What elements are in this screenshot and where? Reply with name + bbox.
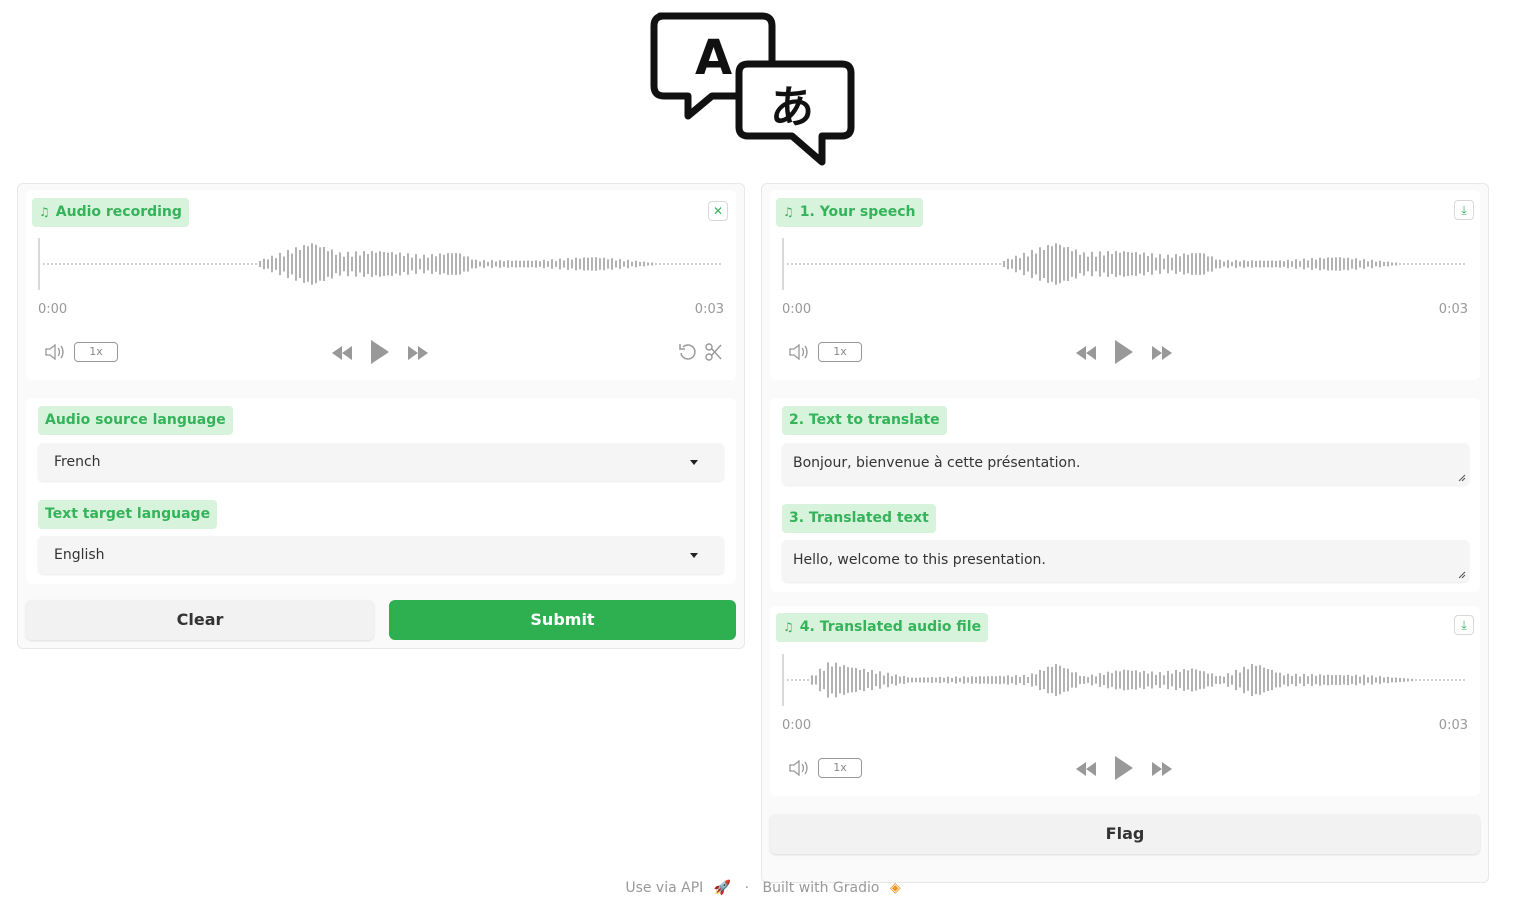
play-icon[interactable] [1113,338,1135,366]
waveform[interactable] [38,238,724,290]
time-duration: 0:03 [1438,302,1468,317]
volume-icon[interactable] [788,759,810,777]
scissors-icon[interactable] [705,342,723,362]
svg-text:A: A [695,30,732,86]
language-settings-card: Audio source language French Text target… [26,398,736,584]
fast-forward-icon[interactable] [407,345,429,361]
audio-recording-card: ♫ Audio recording ✕ 0:00 0:03 1x [26,190,736,380]
translated-text-label: 3. Translated text [782,504,936,533]
text-to-translate-field[interactable]: Bonjour, bienvenue à cette présentation. [782,443,1469,485]
audio-recording-label: ♫ Audio recording [32,198,189,227]
target-language-dropdown[interactable]: English [38,536,724,574]
playback-speed-button[interactable]: 1x [74,342,118,362]
volume-icon[interactable] [788,343,810,361]
translated-audio-card: ♫ 4. Translated audio file ⤓ 0:00 0:03 1… [770,606,1480,796]
output-panel: ♫ 1. Your speech ⤓ 0:00 0:03 1x 2. Text … [761,183,1489,883]
resize-handle-icon[interactable] [1458,474,1466,482]
time-duration: 0:03 [1438,718,1468,733]
music-note-icon: ♫ [39,205,50,219]
rewind-icon[interactable] [331,345,353,361]
chevron-down-icon [690,460,698,465]
rewind-icon[interactable] [1075,761,1097,777]
translated-audio-label: ♫ 4. Translated audio file [776,613,989,642]
music-note-icon: ♫ [783,620,794,634]
time-duration: 0:03 [694,302,724,317]
volume-icon[interactable] [44,343,66,361]
input-panel: ♫ Audio recording ✕ 0:00 0:03 1x Audio s… [17,183,745,649]
close-icon[interactable]: ✕ [708,201,728,221]
source-language-dropdown[interactable]: French [38,443,724,481]
translate-logo-icon: A あ [650,12,855,166]
resize-handle-icon[interactable] [1458,571,1466,579]
gradio-logo-icon: ◈ [889,880,901,896]
time-current: 0:00 [782,718,812,733]
undo-icon[interactable] [678,342,698,362]
your-speech-card: ♫ 1. Your speech ⤓ 0:00 0:03 1x [770,190,1480,380]
svg-text:あ: あ [770,82,814,133]
download-icon[interactable]: ⤓ [1454,200,1474,220]
your-speech-label: ♫ 1. Your speech [776,198,923,227]
rocket-icon: 🚀 [713,880,732,896]
download-icon[interactable]: ⤓ [1454,615,1474,635]
built-with-gradio-link[interactable]: Built with Gradio ◈ [760,880,904,896]
playback-speed-button[interactable]: 1x [818,758,862,778]
time-current: 0:00 [782,302,812,317]
rewind-icon[interactable] [1075,345,1097,361]
flag-button[interactable]: Flag [770,814,1480,854]
play-icon[interactable] [369,338,391,366]
text-outputs-card: 2. Text to translate Bonjour, bienvenue … [770,398,1480,592]
time-current: 0:00 [38,302,68,317]
clear-button[interactable]: Clear [26,600,374,640]
target-language-label: Text target language [38,500,218,529]
use-via-api-link[interactable]: Use via API 🚀 [622,880,734,896]
playback-speed-button[interactable]: 1x [818,342,862,362]
submit-button[interactable]: Submit [389,600,736,640]
translated-text-field[interactable]: Hello, welcome to this presentation. [782,540,1469,582]
music-note-icon: ♫ [783,205,794,219]
footer: Use via API 🚀 · Built with Gradio ◈ [0,880,1526,896]
play-icon[interactable] [1113,754,1135,782]
chevron-down-icon [690,553,698,558]
waveform[interactable] [782,654,1468,706]
fast-forward-icon[interactable] [1151,345,1173,361]
fast-forward-icon[interactable] [1151,761,1173,777]
waveform[interactable] [782,238,1468,290]
text-to-translate-label: 2. Text to translate [782,406,947,435]
source-language-label: Audio source language [38,406,233,435]
footer-separator: · [744,880,750,896]
